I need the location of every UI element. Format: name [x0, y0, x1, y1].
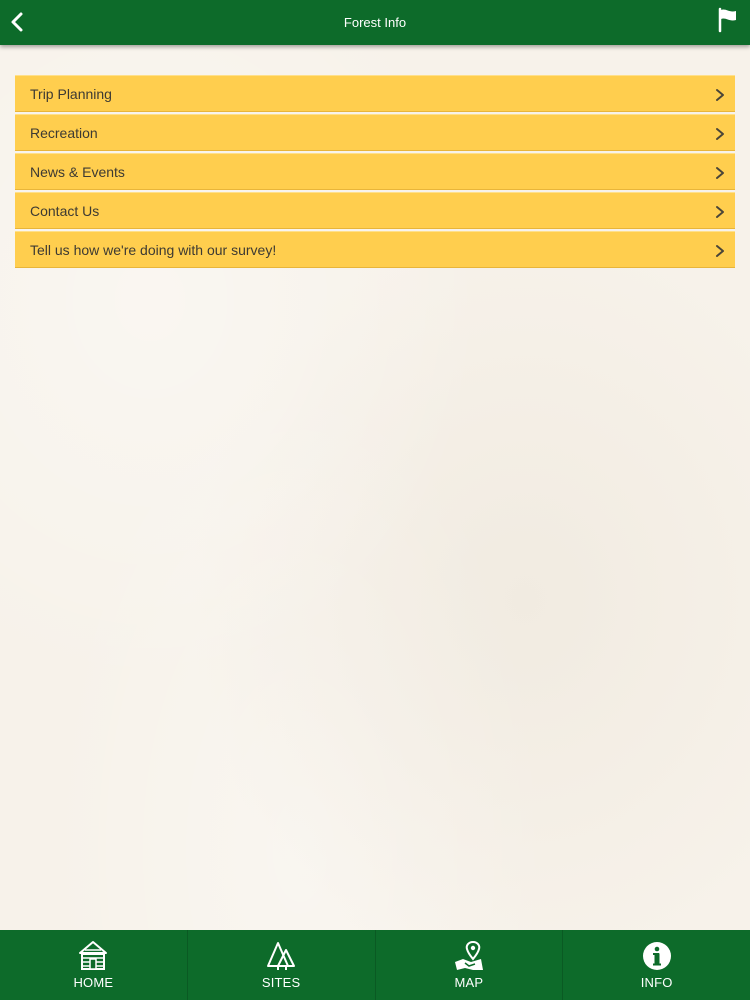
- forest-info-menu: Trip Planning Recreation News & Events C…: [15, 75, 735, 270]
- flag-icon: [718, 7, 736, 33]
- chevron-right-icon: [716, 89, 724, 101]
- menu-item-label: Tell us how we're doing with our survey!: [30, 242, 277, 258]
- tab-label: MAP: [454, 975, 484, 990]
- tab-sites[interactable]: SITES: [186, 930, 375, 1000]
- flag-button[interactable]: [716, 7, 740, 33]
- tab-map[interactable]: MAP: [374, 930, 563, 1000]
- tab-home[interactable]: HOME: [0, 930, 187, 1000]
- menu-item-survey[interactable]: Tell us how we're doing with our survey!: [15, 231, 735, 268]
- menu-item-label: Recreation: [30, 125, 98, 141]
- menu-item-trip-planning[interactable]: Trip Planning: [15, 75, 735, 112]
- chevron-right-icon: [716, 128, 724, 140]
- menu-item-label: News & Events: [30, 164, 125, 180]
- map-pin-icon: [454, 940, 483, 970]
- menu-item-label: Trip Planning: [30, 86, 112, 102]
- menu-item-label: Contact Us: [30, 203, 100, 219]
- trees-icon: [267, 942, 296, 970]
- info-icon: [642, 942, 671, 970]
- chevron-right-icon: [716, 206, 724, 218]
- tab-label: HOME: [73, 975, 114, 990]
- chevron-right-icon: [716, 245, 724, 257]
- top-nav-bar: Forest Info: [0, 0, 750, 45]
- bottom-tab-bar: HOME SITES MAP INFO: [0, 930, 750, 1000]
- menu-item-contact-us[interactable]: Contact Us: [15, 192, 735, 229]
- menu-item-news-events[interactable]: News & Events: [15, 153, 735, 190]
- page-title: Forest Info: [343, 15, 407, 30]
- chevron-right-icon: [716, 167, 724, 179]
- cabin-icon: [79, 941, 108, 970]
- menu-item-recreation[interactable]: Recreation: [15, 114, 735, 151]
- tab-label: INFO: [640, 975, 673, 990]
- tab-label: SITES: [261, 975, 301, 990]
- tab-info[interactable]: INFO: [562, 930, 750, 1000]
